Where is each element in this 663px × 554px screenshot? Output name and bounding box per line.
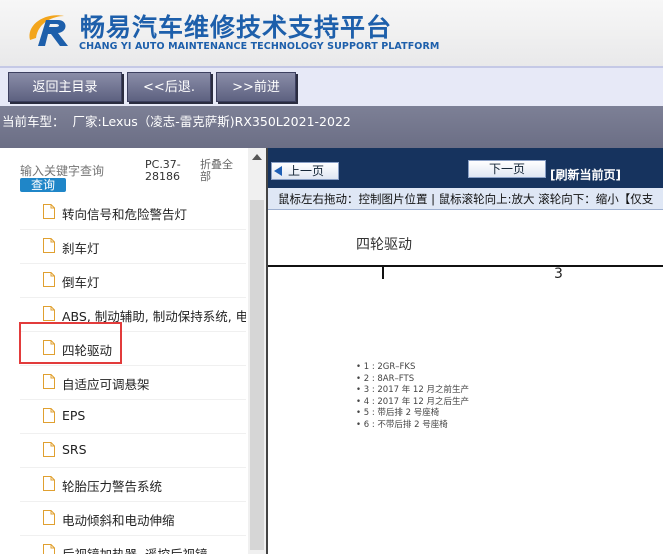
vehicle-value: 厂家:Lexus（凌志-雷克萨斯)RX350L2021-2022 [72, 114, 351, 129]
document-icon [43, 476, 55, 491]
legend-item: • 3 : 2017 年 12 月之前生产 [356, 385, 469, 395]
home-button[interactable]: 返回主目录 [8, 72, 122, 102]
tree-item-label: 转向信号和危险警告灯 [62, 207, 188, 222]
forward-button[interactable]: >>前进 [216, 72, 296, 102]
document-image[interactable]: 四轮驱动 3 • 1 : 2GR–FKS • 2 : 8AR–FTS • 3 :… [268, 210, 663, 554]
search-button[interactable]: 查询 [20, 178, 66, 192]
nav-bar: 返回主目录 <<后退. >>前进 [0, 66, 663, 106]
tree-item-label: 后视镜加热器, 遥控后视镜 [62, 544, 207, 554]
tree-list: 转向信号和危险警告灯 刹车灯 倒车灯 ABS, 制动辅助, 制动保持系统, 电 … [20, 198, 246, 554]
next-page-button[interactable]: 下一页 [468, 160, 546, 178]
app-header: 畅易汽车维修技术支持平台 CHANG YI AUTO MAINTENANCE T… [0, 0, 663, 66]
document-icon [43, 238, 55, 253]
vehicle-label: 当前车型： [2, 114, 65, 129]
diagram-line [268, 265, 663, 267]
legend-item: • 1 : 2GR–FKS [356, 362, 416, 372]
legend-item: • 4 : 2017 年 12 月之后生产 [356, 396, 469, 407]
tree-item-eps[interactable]: EPS [20, 400, 246, 434]
document-icon [43, 442, 55, 457]
tree-item-label: SRS [62, 442, 87, 457]
logo-icon [29, 15, 68, 46]
refresh-page-link[interactable]: [刷新当前页] [550, 166, 621, 183]
tree-item-label: 电动倾斜和电动伸缩 [62, 513, 175, 528]
arrow-left-icon [274, 166, 282, 176]
tree-item-label: 倒车灯 [62, 275, 100, 290]
tree-item-label: 轮胎压力警告系统 [62, 479, 163, 494]
document-icon [43, 204, 55, 219]
diagram-legend: • 1 : 2GR–FKS • 2 : 8AR–FTS • 3 : 2017 年… [356, 362, 469, 431]
tree-item-tire-pressure[interactable]: 轮胎压力警告系统 [20, 468, 246, 502]
tree-item-adaptive-suspension[interactable]: 自适应可调悬架 [20, 366, 246, 400]
tree-item-srs[interactable]: SRS [20, 434, 246, 468]
vehicle-bar: 当前车型： 厂家:Lexus（凌志-雷克萨斯)RX350L2021-2022 [0, 106, 663, 148]
tree-item-tilt-telescopic[interactable]: 电动倾斜和电动伸缩 [20, 502, 246, 536]
document-icon [43, 544, 55, 554]
legend-item: • 5 : 带后排 2 号座椅 [356, 408, 440, 418]
collapse-all-link[interactable]: 折叠全部 [200, 159, 240, 183]
document-title: 四轮驱动 [356, 237, 412, 253]
legend-item: • 6 : 不带后排 2 号座椅 [356, 419, 448, 430]
back-button[interactable]: <<后退. [127, 72, 211, 102]
tree-item-turn-signal[interactable]: 转向信号和危险警告灯 [20, 198, 246, 230]
brand-title: 畅易汽车维修技术支持平台 [80, 13, 393, 42]
document-icon [43, 510, 55, 525]
document-icon [43, 408, 55, 423]
tree-item-mirror-heater[interactable]: 后视镜加热器, 遥控后视镜 [20, 536, 246, 554]
document-icon [43, 306, 55, 321]
selection-highlight [19, 322, 122, 364]
tree-item-label: 自适应可调悬架 [62, 377, 150, 392]
document-viewer: 上一页 下一页 [刷新当前页] 鼠标左右拖动：控制图片位置 | 鼠标滚轮向上:放… [266, 148, 663, 554]
prev-page-label: 上一页 [288, 164, 325, 178]
document-icon [43, 374, 55, 389]
tree-item-brake-light[interactable]: 刹车灯 [20, 230, 246, 264]
brand-subtitle: CHANG YI AUTO MAINTENANCE TECHNOLOGY SUP… [79, 41, 440, 52]
tree-item-label: 刹车灯 [62, 241, 100, 256]
doc-code: PC.37-28186 [145, 158, 181, 183]
scroll-up-arrow-icon[interactable] [252, 154, 262, 160]
tree-item-reverse-light[interactable]: 倒车灯 [20, 264, 246, 298]
sidebar-scroll-thumb[interactable] [250, 200, 264, 550]
legend-item: • 2 : 8AR–FTS [356, 373, 415, 384]
viewer-hint: 鼠标左右拖动：控制图片位置 | 鼠标滚轮向上:放大 滚轮向下：缩小【仅支 [268, 188, 663, 210]
diagram-tick [382, 265, 384, 279]
document-icon [43, 272, 55, 287]
viewer-toolbar: 上一页 下一页 [刷新当前页] [268, 148, 663, 188]
prev-page-button[interactable]: 上一页 [271, 162, 339, 180]
diagram-number: 3 [554, 266, 563, 282]
tree-item-label: EPS [62, 408, 86, 423]
